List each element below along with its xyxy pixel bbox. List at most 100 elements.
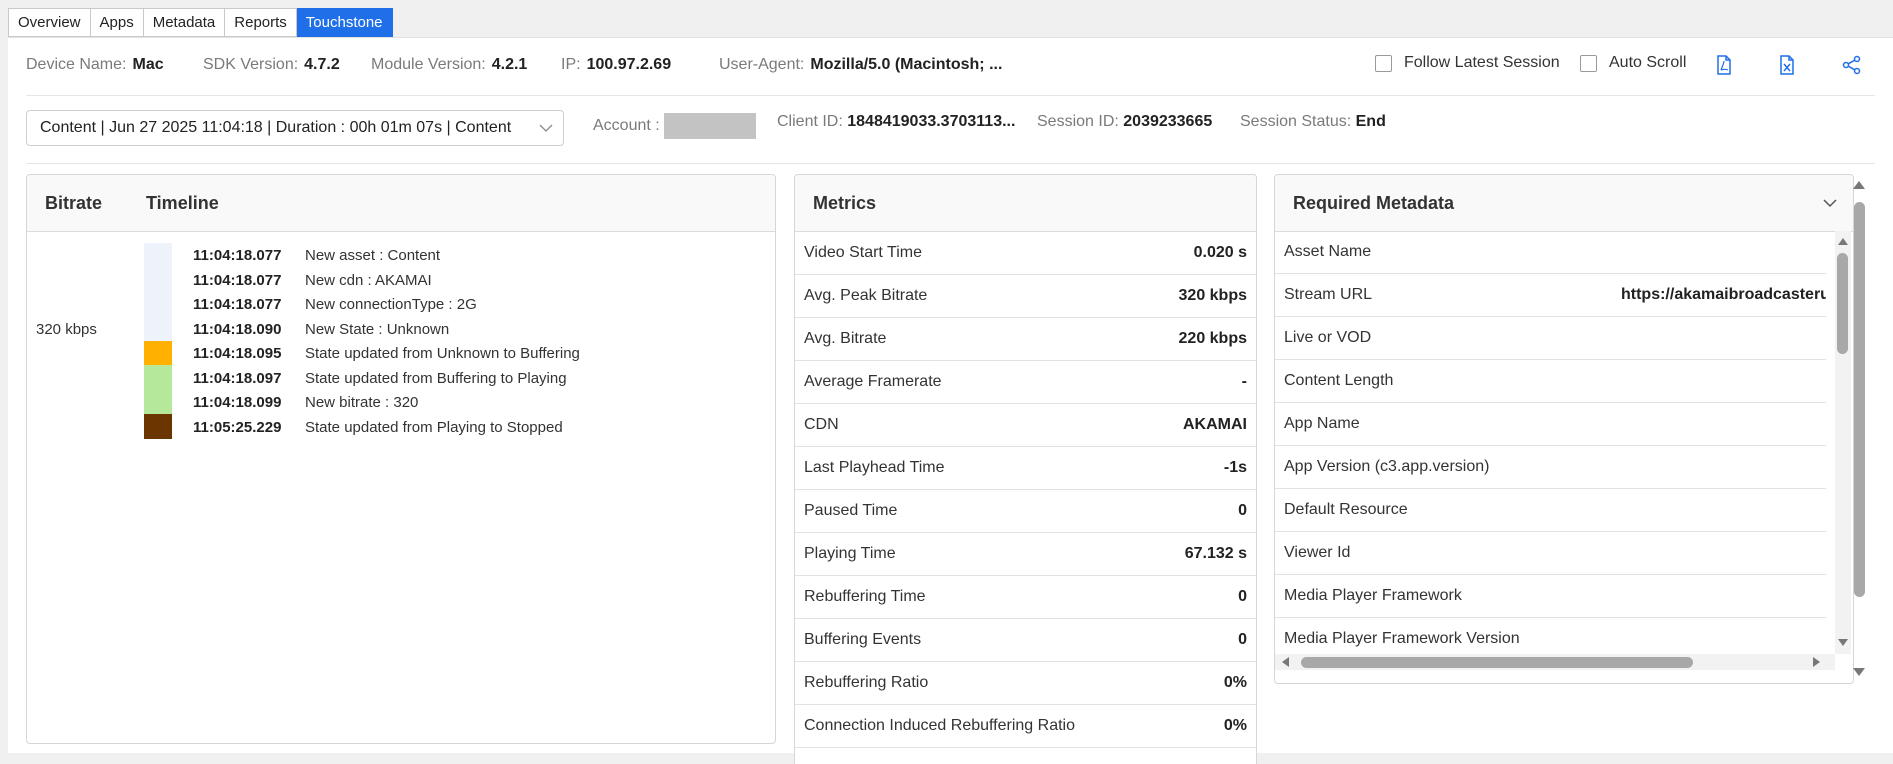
metric-label: Buffering Events [804,631,922,648]
metadata-row: App Version (c3.app.version) [1275,446,1826,489]
metadata-row: Default Resource [1275,489,1826,532]
timeline-panel: Bitrate Timeline 320 kbps 11:04:18.077 Ne… [26,174,776,744]
event-time: 11:04:18.090 [193,320,282,338]
session-id-label: Session ID: [1037,113,1119,130]
sdk-version: SDK Version: 4.7.2 [203,56,340,74]
tab-apps[interactable]: Apps [90,8,144,37]
metadata-row: Media Player Framework [1275,575,1826,618]
chevron-down-icon[interactable] [1823,198,1837,208]
tab-touchstone[interactable]: Touchstone [296,8,393,37]
state-bar-unknown [144,243,172,341]
metric-row: Avg. Bitrate 220 kbps [795,318,1256,361]
divider [26,163,1875,164]
metric-label: Video Start Time [804,244,922,261]
timeline-event: 11:04:18.077 New connectionType : 2G [193,293,477,317]
event-time: 11:04:18.097 [193,369,282,387]
state-bar-buffering [144,341,172,365]
metric-value: 0% [1223,674,1247,691]
module-version-label: Module Version: [371,56,486,73]
event-time: 11:04:18.077 [193,296,282,313]
user-agent-value: Mozilla/5.0 (Macintosh; ... [810,56,1003,73]
metric-value: -1s [1223,459,1247,476]
module-version: Module Version: 4.2.1 [371,56,527,74]
sdk-version-label: SDK Version: [203,56,299,73]
required-metadata-panel: Required Metadata Asset Name Stream URL h… [1274,174,1854,684]
event-time: 11:04:18.099 [193,394,282,411]
metadata-label: Asset Name [1284,243,1372,260]
metric-value: 0 [1238,502,1247,519]
metadata-label: Media Player Framework Version [1284,630,1520,647]
metric-row: Playing Time 67.132 s [795,533,1256,576]
session-status-label: Session Status: [1240,113,1352,130]
page-scroll-down-arrow-icon[interactable] [1853,668,1865,676]
event-time: 11:04:18.077 [193,247,282,264]
session-id-value: 2039233665 [1123,113,1213,130]
client-id-field: Client ID: 1848419033.3703113... [777,113,1015,131]
metrics-panel: Metrics Video Start Time 0.020 s Avg. Pea… [794,174,1257,764]
divider [26,95,1875,96]
session-select-value: Content | Jun 27 2025 11:04:18 | Duratio… [40,119,512,136]
metric-label: Rebuffering Ratio [804,674,929,691]
metadata-horizontal-scrollbar-thumb[interactable] [1301,657,1693,668]
timeline-panel-header: Bitrate Timeline [27,175,775,232]
auto-scroll-option[interactable]: Auto Scroll [1580,54,1686,72]
timeline-event: 11:05:25.229 State updated from Playing t… [193,416,563,440]
bitrate-value: 320 kbps [36,321,97,338]
page-vertical-scrollbar-thumb[interactable] [1854,202,1865,597]
auto-scroll-label: Auto Scroll [1609,54,1687,71]
tab-metadata[interactable]: Metadata [143,8,226,37]
excel-export-icon[interactable] [1776,54,1798,76]
pdf-export-icon[interactable] [1713,54,1735,76]
scroll-right-arrow-icon[interactable] [1813,657,1820,667]
metadata-label: App Name [1284,415,1360,432]
event-text: State updated from Buffering to Playing [305,369,567,387]
metric-row: CDN AKAMAI [795,404,1256,447]
metadata-vertical-scrollbar-thumb[interactable] [1837,253,1848,354]
event-time: 11:04:18.077 [193,271,282,289]
metric-value: 0.020 s [1193,244,1247,261]
touchstone-content: Device Name: Mac SDK Version: 4.7.2 Module… [8,37,1893,764]
scroll-left-arrow-icon[interactable] [1282,657,1289,667]
scroll-up-arrow-icon[interactable] [1838,238,1848,245]
metric-label: Rebuffering Time [804,588,926,605]
metric-row: Avg. Peak Bitrate 320 kbps [795,275,1256,318]
event-text: New bitrate : 320 [305,394,419,411]
metric-label: Playing Time [804,545,896,562]
auto-scroll-checkbox[interactable] [1580,54,1597,72]
client-id-label: Client ID: [777,113,843,130]
metadata-row: Content Length [1275,360,1826,403]
sdk-version-value: 4.7.2 [304,56,340,73]
metadata-list: Asset Name Stream URL https://akamaibroad… [1275,231,1826,651]
tab-overview[interactable]: Overview [8,8,91,37]
event-time: 11:05:25.229 [193,418,282,436]
account-field: Account : [593,113,756,139]
metadata-label: Live or VOD [1284,329,1372,346]
timeline-event: 11:04:18.090 New State : Unknown [193,318,449,342]
scroll-down-arrow-icon[interactable] [1838,639,1848,646]
metric-label: Avg. Peak Bitrate [804,287,928,304]
timeline-event: 11:04:18.099 New bitrate : 320 [193,391,418,415]
user-agent: User-Agent: Mozilla/5.0 (Macintosh; ... [719,56,1002,74]
metric-label: Avg. Bitrate [804,330,887,347]
metadata-label: Stream URL [1284,286,1373,303]
metric-value: 67.132 s [1184,545,1247,562]
follow-latest-session-checkbox[interactable] [1375,54,1392,72]
required-metadata-header[interactable]: Required Metadata [1275,175,1853,232]
session-status-value: End [1355,113,1386,130]
follow-latest-session-option[interactable]: Follow Latest Session [1375,54,1560,72]
share-icon[interactable] [1841,54,1863,76]
chevron-down-icon [539,124,553,132]
event-text: New cdn : AKAMAI [305,271,432,289]
timeline-event: 11:04:18.077 New asset : Content [193,244,440,268]
metric-label: Average Framerate [804,373,942,390]
tab-reports[interactable]: Reports [225,8,297,37]
tab-bar: Overview Apps Metadata Reports Touchston… [8,8,393,37]
session-select[interactable]: Content | Jun 27 2025 11:04:18 | Duratio… [26,110,564,146]
metadata-label: App Version (c3.app.version) [1284,458,1490,475]
metadata-label: Default Resource [1284,501,1408,518]
metric-row: Connection Induced Rebuffering Ratio 0% [795,705,1256,748]
event-text: New asset : Content [305,247,441,264]
timeline-header: Timeline [146,192,219,213]
ip-address: IP: 100.97.2.69 [561,56,671,74]
page-scroll-up-arrow-icon[interactable] [1853,181,1865,189]
